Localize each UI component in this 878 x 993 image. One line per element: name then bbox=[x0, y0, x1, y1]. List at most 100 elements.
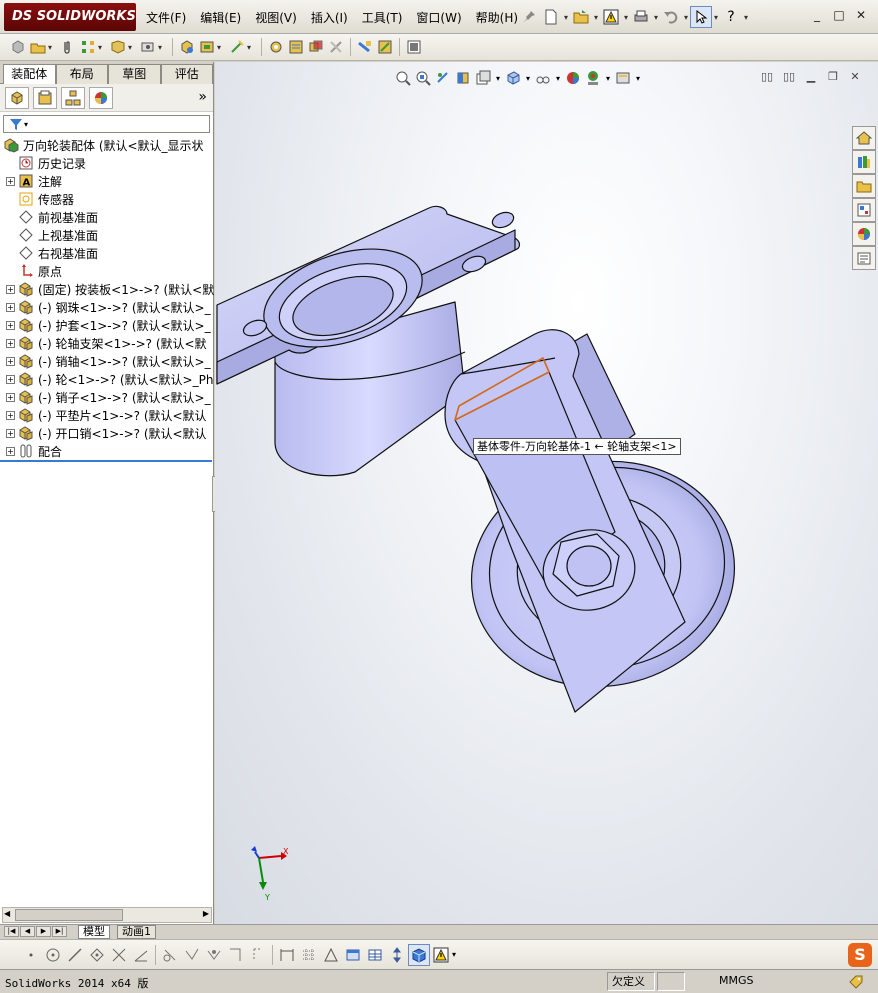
open-part-icon[interactable] bbox=[28, 37, 48, 57]
chevron-down-icon[interactable]: ▾ bbox=[592, 13, 600, 22]
file-explorer-icon[interactable] bbox=[852, 174, 876, 198]
next-tab-button[interactable]: ▶ bbox=[36, 926, 51, 937]
point-icon[interactable] bbox=[20, 944, 42, 966]
tree-item[interactable]: + 配合 bbox=[6, 442, 218, 460]
table-icon[interactable] bbox=[364, 944, 386, 966]
tab-layout[interactable]: 布局 bbox=[55, 64, 108, 84]
view-palette-icon[interactable] bbox=[852, 198, 876, 222]
tab-assembly[interactable]: 装配体 bbox=[3, 64, 56, 85]
tree-item[interactable]: 右视基准面 bbox=[6, 244, 218, 262]
chevron-down-icon[interactable]: ▾ bbox=[742, 13, 750, 22]
tree-filter-field[interactable]: ▾ bbox=[3, 115, 210, 133]
custom-properties-icon[interactable] bbox=[852, 246, 876, 270]
chevron-down-icon[interactable]: ▾ bbox=[622, 13, 630, 22]
warning-icon[interactable] bbox=[430, 944, 452, 966]
tree-item[interactable]: + (固定) 按装板<1>->? (默认<默 bbox=[6, 280, 218, 298]
show-hidden-icon[interactable] bbox=[138, 37, 158, 57]
chevron-down-icon[interactable]: ▾ bbox=[98, 43, 108, 52]
clearance-verification-icon[interactable] bbox=[326, 37, 346, 57]
maximize-button[interactable]: □ bbox=[828, 8, 850, 22]
menu-view[interactable]: 视图(V) bbox=[255, 9, 297, 26]
triangle-icon[interactable] bbox=[320, 944, 342, 966]
dotted-edge-icon[interactable] bbox=[247, 944, 269, 966]
chevron-down-icon[interactable]: ▾ bbox=[652, 13, 660, 22]
appearances-scenes-icon[interactable] bbox=[852, 222, 876, 246]
tab-sketch[interactable]: 草图 bbox=[108, 64, 161, 84]
chevron-down-icon[interactable]: ▾ bbox=[452, 950, 462, 959]
expand-toggle-icon[interactable]: + bbox=[6, 320, 15, 330]
tree-rollback-bar[interactable] bbox=[0, 460, 212, 462]
pin-icon[interactable] bbox=[518, 6, 540, 28]
configuration-manager-tab-icon[interactable] bbox=[61, 86, 85, 109]
undo-icon[interactable] bbox=[660, 6, 682, 28]
last-tab-button[interactable]: ▶| bbox=[52, 926, 67, 937]
expand-toggle-icon[interactable]: + bbox=[6, 410, 15, 420]
menu-edit[interactable]: 编辑(E) bbox=[200, 9, 241, 26]
exploded-view-icon[interactable] bbox=[266, 37, 286, 57]
expand-toggle-icon[interactable]: + bbox=[6, 302, 15, 312]
expand-toggle-icon[interactable]: + bbox=[6, 356, 15, 366]
graphics-area[interactable]: ▾ ▾ ▾ ▾ ▾ ▯▯ ▯▯ ▁ ❐ ✕ 基体零件-万向轮基体-1 ← 轮轴支… bbox=[215, 62, 878, 924]
tree-root-assembly[interactable]: 万向轮装配体 (默认<默认_显示状 bbox=[3, 136, 215, 154]
chevron-down-icon[interactable]: ▾ bbox=[48, 43, 58, 52]
expand-toggle-icon[interactable]: + bbox=[6, 338, 15, 348]
menu-window[interactable]: 窗口(W) bbox=[416, 9, 461, 26]
new-document-icon[interactable] bbox=[540, 6, 562, 28]
minimize-button[interactable]: _ bbox=[806, 8, 828, 22]
face-icon[interactable] bbox=[203, 944, 225, 966]
instant3d-icon[interactable] bbox=[375, 37, 395, 57]
circle-center-icon[interactable] bbox=[42, 944, 64, 966]
grid-icon[interactable] bbox=[298, 944, 320, 966]
solidworks-resources-icon[interactable] bbox=[852, 126, 876, 150]
edge-icon[interactable] bbox=[225, 944, 247, 966]
expand-toggle-icon[interactable]: + bbox=[6, 176, 15, 186]
chevron-down-icon[interactable]: ▾ bbox=[562, 13, 570, 22]
tree-item[interactable]: + (-) 开口销<1>->? (默认<默认 bbox=[6, 424, 218, 442]
close-button[interactable]: ✕ bbox=[850, 8, 872, 22]
chevron-down-icon[interactable]: ▾ bbox=[712, 13, 720, 22]
tree-item[interactable]: + A 注解 bbox=[6, 172, 218, 190]
scrollbar-thumb[interactable] bbox=[15, 909, 123, 921]
angle-icon[interactable] bbox=[130, 944, 152, 966]
scroll-right-arrow-icon[interactable]: ▶ bbox=[203, 909, 209, 918]
chevron-down-icon[interactable]: ▾ bbox=[682, 13, 690, 22]
tab-evaluate[interactable]: 评估 bbox=[160, 64, 213, 84]
expand-toggle-icon[interactable]: + bbox=[6, 428, 15, 438]
tab-animation1[interactable]: 动画1 bbox=[117, 925, 156, 939]
help-icon[interactable]: ? bbox=[720, 6, 742, 28]
tree-item[interactable]: 前视基准面 bbox=[6, 208, 218, 226]
bill-of-materials-icon[interactable] bbox=[286, 37, 306, 57]
component-pattern-icon[interactable] bbox=[78, 37, 98, 57]
smart-fasteners-icon[interactable] bbox=[227, 37, 247, 57]
tree-item[interactable]: + (-) 钢珠<1>->? (默认<默认>_ bbox=[6, 298, 218, 316]
tree-horizontal-scrollbar[interactable]: ◀ ▶ bbox=[2, 907, 212, 923]
tree-item[interactable]: 原点 bbox=[6, 262, 218, 280]
sogou-ime-icon[interactable]: S bbox=[848, 943, 872, 967]
open-folder-icon[interactable] bbox=[570, 6, 592, 28]
tree-item[interactable]: 传感器 bbox=[6, 190, 218, 208]
chevron-down-icon[interactable]: ▾ bbox=[247, 43, 257, 52]
tag-icon[interactable] bbox=[848, 974, 864, 990]
expand-toggle-icon[interactable]: + bbox=[6, 392, 15, 402]
tab-model[interactable]: 模型 bbox=[78, 925, 110, 939]
reference-geometry-icon[interactable] bbox=[197, 37, 217, 57]
tree-item[interactable]: 历史记录 bbox=[6, 154, 218, 172]
tree-item[interactable]: + (-) 销子<1>->? (默认<默认>_ bbox=[6, 388, 218, 406]
edge-select-icon[interactable] bbox=[159, 944, 181, 966]
chevron-down-icon[interactable]: ▾ bbox=[128, 43, 138, 52]
intersection-icon[interactable] bbox=[108, 944, 130, 966]
assembly-features-icon[interactable] bbox=[177, 37, 197, 57]
display-manager-tab-icon[interactable] bbox=[89, 86, 113, 109]
line-icon[interactable] bbox=[64, 944, 86, 966]
tree-item[interactable]: + (-) 轮<1>->? (默认<默认>_Ph bbox=[6, 370, 218, 388]
expand-toggle-icon[interactable]: + bbox=[6, 284, 15, 294]
insert-component-icon[interactable] bbox=[8, 37, 28, 57]
select-pointer-icon[interactable] bbox=[690, 6, 712, 28]
hole-alignment-icon[interactable] bbox=[355, 37, 375, 57]
expand-toggle-icon[interactable]: + bbox=[6, 446, 15, 456]
tree-item[interactable]: + (-) 销轴<1>->? (默认<默认>_ bbox=[6, 352, 218, 370]
units-status[interactable]: MMGS bbox=[715, 972, 757, 991]
shaded-cube-icon[interactable] bbox=[408, 943, 430, 966]
mate-paperclip-icon[interactable] bbox=[58, 37, 78, 57]
chevron-down-icon[interactable]: ▾ bbox=[158, 43, 168, 52]
